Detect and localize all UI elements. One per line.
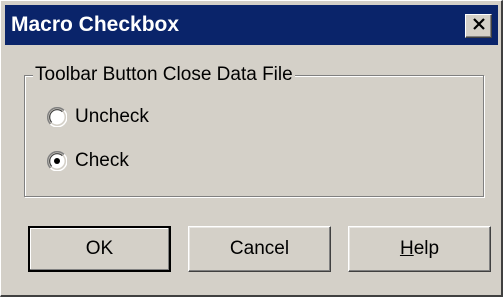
- radio-check-label: Check: [75, 150, 129, 171]
- radio-uncheck[interactable]: Uncheck: [47, 104, 149, 130]
- close-data-file-groupbox: Toolbar Button Close Data File Uncheck C…: [24, 63, 484, 197]
- help-button[interactable]: Help: [348, 226, 491, 272]
- window-title: Macro Checkbox: [11, 13, 180, 36]
- radio-unselected-icon[interactable]: [47, 107, 67, 127]
- close-x-icon: [472, 17, 486, 35]
- cancel-button-label: Cancel: [229, 238, 290, 259]
- radio-uncheck-label: Uncheck: [75, 106, 149, 127]
- radio-selected-icon[interactable]: [47, 151, 67, 171]
- radio-check[interactable]: Check: [47, 148, 129, 174]
- group-legend: Toolbar Button Close Data File: [33, 63, 295, 87]
- ok-button-label: OK: [85, 238, 114, 259]
- help-button-label: Help: [399, 238, 440, 259]
- cancel-button[interactable]: Cancel: [188, 226, 331, 272]
- close-button[interactable]: [465, 14, 492, 38]
- title-bar[interactable]: Macro Checkbox: [5, 5, 498, 45]
- ok-button[interactable]: OK: [28, 226, 171, 272]
- macro-checkbox-dialog: Macro Checkbox Toolbar Button Close Data…: [0, 0, 503, 297]
